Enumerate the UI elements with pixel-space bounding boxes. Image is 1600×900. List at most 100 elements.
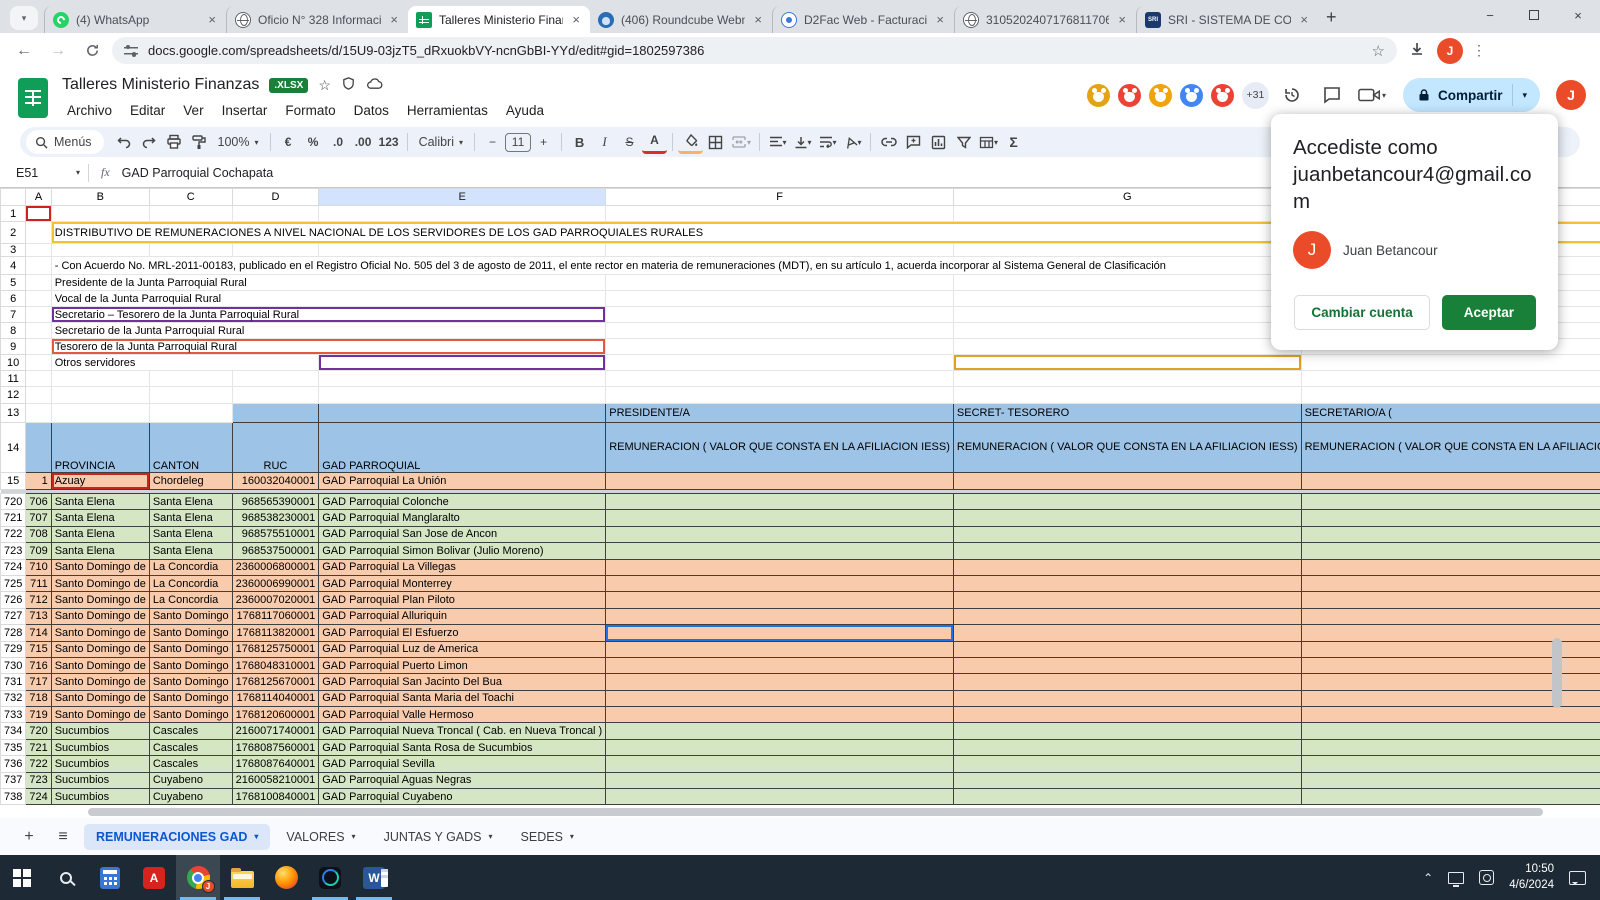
cell[interactable] — [1301, 739, 1600, 755]
row-header[interactable]: 7 — [1, 307, 26, 323]
url-bar[interactable]: docs.google.com/spreadsheets/d/15U9-03jz… — [112, 37, 1397, 64]
taskbar-clock[interactable]: 10:50 4/6/2024 — [1509, 862, 1554, 893]
cell[interactable] — [606, 206, 954, 222]
insert-link-button[interactable] — [876, 130, 901, 154]
collaborator-avatar-elephant[interactable] — [1178, 82, 1205, 109]
tab-search-button[interactable]: ▾ — [10, 6, 38, 30]
cell-gad[interactable]: GAD Parroquial El Esfuerzo — [319, 625, 606, 641]
vertical-align-button[interactable]: ▾ — [790, 130, 815, 154]
cell[interactable] — [1301, 371, 1600, 387]
taskbar-webex-button[interactable] — [308, 855, 352, 900]
cell[interactable] — [953, 772, 1301, 788]
cell-canton[interactable]: Santo Domingo — [149, 674, 232, 690]
cell-provincia[interactable]: Sucumbios — [51, 772, 149, 788]
cell[interactable] — [1301, 494, 1600, 510]
cell[interactable] — [149, 404, 232, 423]
cell[interactable] — [953, 690, 1301, 706]
cell-canton[interactable]: Santo Domingo — [149, 641, 232, 657]
cell-index[interactable]: 710 — [26, 559, 51, 575]
cell-provincia[interactable]: Sucumbios — [51, 756, 149, 772]
sheet-tab-valores[interactable]: VALORES▾ — [274, 824, 367, 850]
strikethrough-button[interactable]: S — [617, 130, 642, 154]
row-header[interactable]: 728 — [1, 625, 26, 641]
cell-canton[interactable]: Santo Domingo — [149, 608, 232, 624]
url-text[interactable]: docs.google.com/spreadsheets/d/15U9-03jz… — [148, 43, 1362, 58]
cell[interactable] — [319, 244, 606, 257]
cell-ruc[interactable]: 1768087640001 — [232, 756, 319, 772]
cell[interactable] — [26, 291, 51, 307]
back-button[interactable]: ← — [10, 37, 38, 65]
row-header[interactable]: 13 — [1, 404, 26, 423]
table-header-cell[interactable]: PROVINCIA — [51, 423, 149, 473]
cell[interactable] — [953, 494, 1301, 510]
cell[interactable] — [953, 543, 1301, 559]
cell[interactable] — [232, 387, 319, 404]
star-document-icon[interactable]: ☆ — [318, 77, 331, 94]
cell-ruc[interactable]: 2360006800001 — [232, 559, 319, 575]
menu-ayuda[interactable]: Ayuda — [497, 100, 553, 121]
cell-canton[interactable]: Santo Domingo — [149, 690, 232, 706]
row-header[interactable]: 1 — [1, 206, 26, 222]
menu-editar[interactable]: Editar — [121, 100, 174, 121]
browser-tab[interactable]: 3105202407176811706000120× — [954, 6, 1136, 33]
grid-corner[interactable] — [1, 189, 26, 206]
cell-gad[interactable]: GAD Parroquial San Jacinto Del Bua — [319, 674, 606, 690]
cell-index[interactable]: 708 — [26, 526, 51, 542]
change-account-button[interactable]: Cambiar cuenta — [1294, 295, 1429, 330]
cell-gad[interactable]: GAD Parroquial Nueva Troncal ( Cab. en N… — [319, 723, 606, 739]
cell-index[interactable]: 721 — [26, 739, 51, 755]
menu-ver[interactable]: Ver — [174, 100, 212, 121]
taskbar-firefox-button[interactable] — [264, 855, 308, 900]
column-header-B[interactable]: B — [51, 189, 149, 206]
table-header-cell[interactable]: REMUNERACION ( VALOR QUE CONSTA EN LA AF… — [953, 423, 1301, 473]
close-tab-icon[interactable]: × — [570, 12, 582, 27]
add-sheet-button[interactable]: + — [14, 824, 44, 850]
horizontal-scrollbar[interactable] — [88, 808, 1543, 816]
role-label-cell[interactable]: Otros servidores — [51, 355, 318, 371]
cell-index[interactable]: 706 — [26, 494, 51, 510]
new-tab-button[interactable]: + — [1326, 7, 1337, 28]
table-header-cell[interactable]: REMUNERACION ( VALOR QUE CONSTA EN LA AF… — [1301, 423, 1600, 473]
cell[interactable] — [26, 323, 51, 339]
cell-ruc[interactable]: 1768120600001 — [232, 707, 319, 723]
cell[interactable] — [26, 222, 51, 244]
cell[interactable] — [953, 387, 1301, 404]
taskbar-acrobat-button[interactable]: A — [132, 855, 176, 900]
cell-canton[interactable]: La Concordia — [149, 592, 232, 608]
cell[interactable] — [232, 404, 319, 423]
cell[interactable] — [953, 674, 1301, 690]
cell-provincia[interactable]: Santo Domingo de — [51, 559, 149, 575]
cell-index[interactable]: 718 — [26, 690, 51, 706]
cell-provincia[interactable]: Sucumbios — [51, 723, 149, 739]
row-header[interactable]: 14 — [1, 423, 26, 473]
font-size-input[interactable]: 11 — [505, 133, 531, 152]
format-percent-button[interactable]: % — [301, 130, 326, 154]
taskbar-calculator-button[interactable] — [88, 855, 132, 900]
cell[interactable] — [606, 275, 954, 291]
downloads-icon[interactable] — [1403, 41, 1431, 61]
cell[interactable] — [1301, 772, 1600, 788]
cell[interactable] — [1301, 756, 1600, 772]
cell-provincia[interactable]: Santo Domingo de — [51, 707, 149, 723]
row-header[interactable]: 726 — [1, 592, 26, 608]
cell-canton[interactable]: Cascales — [149, 723, 232, 739]
site-settings-icon[interactable] — [124, 45, 138, 57]
all-sheets-button[interactable]: ≡ — [48, 824, 78, 850]
cell-gad[interactable]: GAD Parroquial Sevilla — [319, 756, 606, 772]
menu-insertar[interactable]: Insertar — [213, 100, 277, 121]
cell-provincia[interactable]: Santo Domingo de — [51, 690, 149, 706]
cell[interactable] — [953, 510, 1301, 526]
format-currency-button[interactable]: € — [276, 130, 301, 154]
cell-canton[interactable]: Cuyabeno — [149, 772, 232, 788]
cell[interactable] — [1301, 723, 1600, 739]
browser-menu-icon[interactable]: ⋮ — [1469, 42, 1489, 59]
column-header-G[interactable]: G — [953, 189, 1301, 206]
borders-button[interactable] — [703, 130, 728, 154]
sheet-tab-caret-icon[interactable]: ▾ — [352, 832, 356, 841]
cell[interactable] — [606, 291, 954, 307]
cell-canton[interactable]: Cuyabeno — [149, 789, 232, 805]
cell[interactable] — [606, 371, 954, 387]
cell[interactable] — [319, 404, 606, 423]
cell[interactable] — [606, 494, 954, 510]
increase-font-size-button[interactable]: + — [531, 130, 556, 154]
